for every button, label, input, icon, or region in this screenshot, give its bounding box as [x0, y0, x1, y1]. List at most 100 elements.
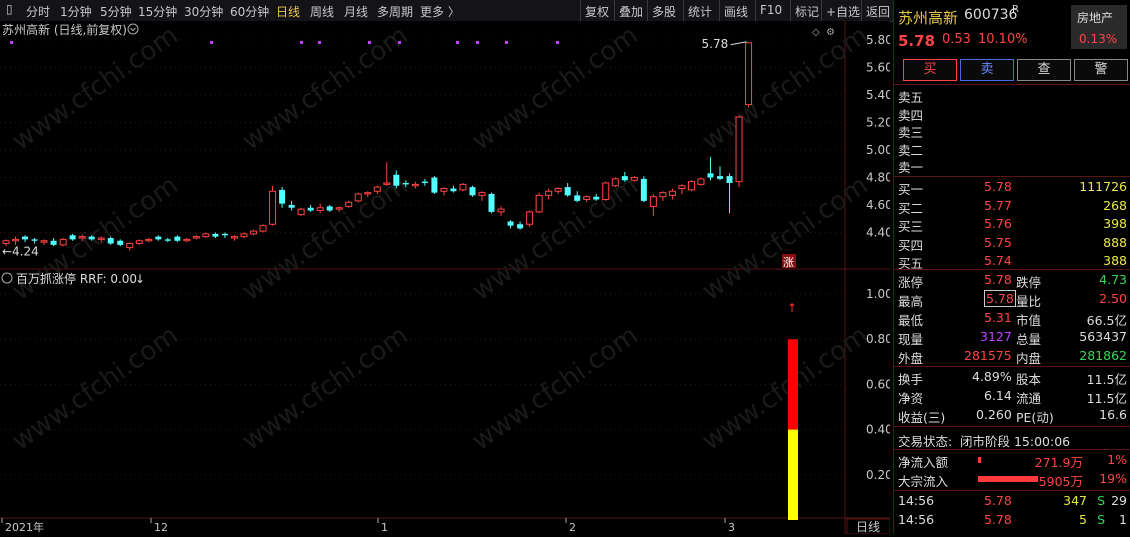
stat-label: 最高 — [898, 294, 924, 309]
sell-level-row[interactable]: 卖一 — [894, 156, 1130, 175]
candle-body — [678, 185, 686, 189]
candle-body — [221, 233, 228, 236]
period-tab-1[interactable]: 1分钟 — [60, 3, 92, 20]
stat-row-assets: 净资 6.14 流通 11.5亿 — [894, 387, 1130, 406]
buy-level-price: 5.76 — [984, 216, 1012, 231]
period-tab-0[interactable]: 分时 — [26, 3, 50, 20]
fund-flow-pct: 19% — [1099, 471, 1127, 486]
period-tab-3[interactable]: 15分钟 — [138, 3, 177, 20]
chart-area[interactable]: www.cfchi.com www.cfchi.com www.cfchi.com w… — [0, 20, 893, 535]
diamond-icon: ◇ — [812, 27, 820, 38]
candle-body — [735, 116, 743, 183]
candle-body — [59, 238, 67, 246]
sell-button[interactable]: 卖 — [960, 59, 1014, 81]
candle-body — [297, 208, 305, 216]
period-tab-9[interactable]: 多周期 — [377, 3, 413, 20]
limit-down-value: 4.73 — [1099, 272, 1127, 287]
period-tab-2[interactable]: 5分钟 — [100, 3, 132, 20]
sell-level-row[interactable]: 卖四 — [894, 104, 1130, 123]
candle-body — [192, 236, 200, 239]
stat-label: 净资 — [898, 391, 924, 406]
stock-code: 600736 — [964, 7, 1018, 23]
sell-level-row[interactable]: 卖二 — [894, 139, 1130, 158]
chart-svg[interactable]: www.cfchi.com www.cfchi.com www.cfchi.com w… — [0, 20, 893, 535]
tick-volume: 347 — [1063, 493, 1087, 508]
candle-body — [497, 208, 505, 213]
toolbar-btn-1[interactable]: 叠加 — [619, 3, 643, 20]
toolbar-btn-0[interactable]: 复权 — [585, 3, 609, 20]
toolbar-btn-8[interactable]: 返回 — [866, 3, 890, 20]
buy-level-volume: 111726 — [1079, 179, 1127, 194]
candle-body — [507, 221, 514, 226]
time-axis-label: 1 — [381, 521, 388, 534]
candle-body — [583, 196, 591, 200]
alert-button[interactable]: 警 — [1074, 59, 1128, 81]
period-tab-10[interactable]: 更多 〉 — [420, 3, 460, 20]
buy-level-row[interactable]: 买四 5.75 888 — [894, 234, 1130, 253]
trade-status-row: 交易状态: 闭市阶段 15:00:06 — [894, 430, 1130, 449]
fund-flow-value: 5905万 — [1038, 474, 1083, 489]
buy-level-price: 5.77 — [984, 197, 1012, 213]
toolbar-separator — [719, 0, 720, 21]
candle-body — [488, 194, 495, 212]
r-mark: R — [1012, 4, 1019, 15]
candle-body — [183, 238, 191, 242]
buy-button[interactable]: 买 — [903, 59, 957, 81]
price-row: 5.78 0.53 10.10% — [894, 31, 1130, 51]
candle-body — [478, 192, 486, 196]
stat-row-volume: 现量 3127 总量 563437 — [894, 328, 1130, 347]
candle-body — [31, 239, 38, 241]
indicator-tick-label: 0.60 — [866, 377, 890, 391]
sell-level-row[interactable]: 卖五 — [894, 86, 1130, 105]
tick-price: 5.78 — [984, 493, 1012, 508]
candle-body — [88, 236, 95, 240]
buy-level-row[interactable]: 买一 5.78 111726 — [894, 178, 1130, 197]
toolbar-btn-3[interactable]: 统计 — [688, 3, 712, 20]
toolbar-btn-5[interactable]: F10 — [760, 3, 782, 17]
candle-body — [450, 188, 457, 192]
candle-body — [697, 178, 705, 185]
divider — [894, 269, 1130, 270]
toolbar-btn-6[interactable]: 标记 — [795, 3, 819, 20]
price-tick-label: 4.80 — [866, 171, 890, 185]
volume-ratio-value: 2.50 — [1099, 291, 1127, 306]
buy-level-volume: 398 — [1103, 216, 1127, 231]
layout-icon[interactable]: ▯ — [6, 2, 13, 16]
candle-body — [440, 188, 448, 192]
price-tick-label: 4.60 — [866, 198, 890, 212]
period-tab-8[interactable]: 月线 — [344, 3, 368, 20]
float-shares-value: 11.5亿 — [1086, 391, 1127, 406]
signal-dot — [476, 41, 479, 44]
tick-volume: 5 — [1079, 512, 1087, 527]
candle-body — [745, 42, 753, 106]
toolbar-btn-7[interactable]: +自选 — [826, 3, 860, 20]
signal-dot — [318, 41, 321, 44]
candle-body — [288, 205, 295, 208]
candle-body — [668, 190, 676, 196]
period-tab-5[interactable]: 60分钟 — [230, 3, 269, 20]
period-tab-4[interactable]: 30分钟 — [184, 3, 223, 20]
stat-row-high: 最高 5.78 量比 2.50 — [894, 290, 1130, 309]
candle-body — [230, 236, 238, 239]
period-tab-label: 日线 — [856, 520, 880, 534]
limit-up-badge-text: 涨 — [783, 256, 794, 269]
period-tab-6[interactable]: 日线 — [276, 3, 300, 20]
sector-name: 房地产 — [1077, 11, 1114, 25]
price-tick-label: 4.40 — [866, 226, 890, 240]
period-tab-7[interactable]: 周线 — [310, 3, 334, 20]
buy-level-label: 买一 — [898, 182, 924, 197]
fund-flow-row: 大宗流入 5905万 19% — [894, 470, 1130, 489]
toolbar-btn-4[interactable]: 画线 — [724, 3, 748, 20]
toolbar-btn-2[interactable]: 多股 — [652, 3, 676, 20]
buy-level-row[interactable]: 买三 5.76 398 — [894, 215, 1130, 234]
candle-body — [135, 240, 143, 244]
stat-label: 市值 — [1016, 313, 1042, 328]
signal-dot — [505, 41, 508, 44]
signal-dot — [556, 41, 559, 44]
buy-level-row[interactable]: 买二 5.77 268 — [894, 197, 1130, 216]
query-button[interactable]: 查 — [1017, 59, 1071, 81]
signal-dot — [210, 41, 213, 44]
sell-level-row[interactable]: 卖三 — [894, 121, 1130, 140]
tick-time: 14:56 — [898, 512, 935, 527]
stat-label: 股本 — [1016, 372, 1042, 387]
